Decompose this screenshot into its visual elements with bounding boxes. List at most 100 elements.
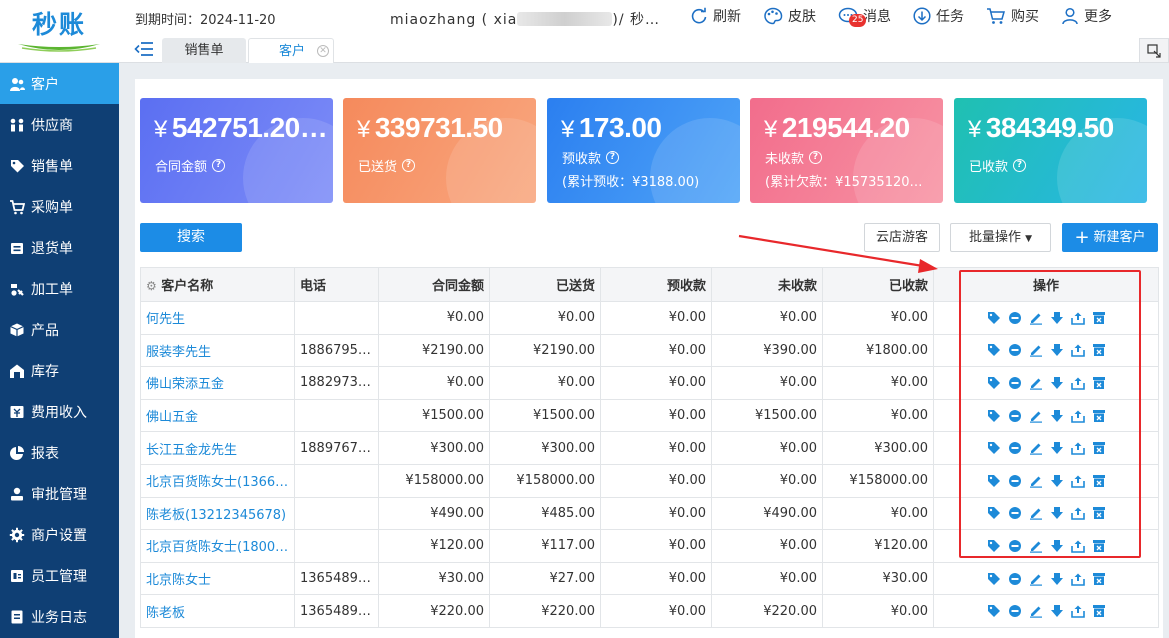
more-button[interactable]: 更多	[1061, 6, 1112, 26]
batch-operation-button[interactable]: 批量操作 ▼	[950, 223, 1051, 252]
help-icon[interactable]: ?	[809, 151, 823, 164]
tag-icon[interactable]	[987, 343, 1001, 357]
cell-customer-name[interactable]: 佛山荣添五金	[140, 366, 295, 400]
summary-card[interactable]: ¥339731.50 已送货?	[343, 98, 536, 203]
close-icon[interactable]: ✕	[317, 45, 329, 57]
sidebar-item[interactable]: 库存	[0, 350, 119, 391]
share-icon[interactable]	[1070, 311, 1085, 325]
sidebar-item[interactable]: 商户设置	[0, 514, 119, 555]
edit-icon[interactable]	[1029, 572, 1043, 586]
archive-icon[interactable]	[1092, 343, 1106, 357]
download-icon[interactable]	[1050, 311, 1064, 325]
disable-icon[interactable]	[1008, 343, 1022, 357]
cell-customer-name[interactable]: 北京百货陈女士(1800…	[140, 529, 295, 563]
summary-card[interactable]: ¥384349.50 已收款?	[954, 98, 1147, 203]
download-icon[interactable]	[1050, 572, 1064, 586]
archive-icon[interactable]	[1092, 409, 1106, 423]
archive-icon[interactable]	[1092, 604, 1106, 618]
download-icon[interactable]	[1050, 474, 1064, 488]
disable-icon[interactable]	[1008, 474, 1022, 488]
cloud-guest-button[interactable]: 云店游客	[864, 223, 940, 252]
cell-customer-name[interactable]: 北京陈女士	[140, 561, 295, 596]
tag-icon[interactable]	[987, 474, 1001, 488]
share-icon[interactable]	[1070, 506, 1085, 521]
sidebar-item[interactable]: 员工管理	[0, 555, 119, 596]
cell-customer-name[interactable]: 陈老板	[140, 594, 295, 628]
download-icon[interactable]	[1050, 343, 1064, 357]
disable-icon[interactable]	[1008, 604, 1022, 618]
disable-icon[interactable]	[1008, 409, 1022, 423]
sidebar-item[interactable]: 业务日志	[0, 596, 119, 637]
edit-icon[interactable]	[1029, 311, 1043, 325]
sidebar-item[interactable]: 采购单	[0, 186, 119, 227]
edit-icon[interactable]	[1029, 441, 1043, 455]
download-icon[interactable]	[1050, 376, 1064, 390]
tag-icon[interactable]	[987, 409, 1001, 423]
sidebar-item[interactable]: 审批管理	[0, 473, 119, 514]
message-button[interactable]: 25 消息	[838, 6, 891, 27]
sidebar-item[interactable]: 供应商	[0, 104, 119, 145]
menu-toggle-icon[interactable]	[134, 40, 154, 58]
share-icon[interactable]	[1070, 539, 1085, 553]
account-info[interactable]: miaozhang ( xia)/ 秒…	[390, 9, 660, 29]
share-icon[interactable]	[1070, 441, 1085, 455]
disable-icon[interactable]	[1008, 376, 1022, 390]
cell-customer-name[interactable]: 北京百货陈女士(1366…	[140, 463, 295, 498]
share-icon[interactable]	[1070, 572, 1085, 586]
edit-icon[interactable]	[1029, 376, 1043, 390]
tag-icon[interactable]	[987, 572, 1001, 586]
share-icon[interactable]	[1070, 376, 1085, 390]
share-icon[interactable]	[1070, 343, 1085, 358]
cell-customer-name[interactable]: 长江五金龙先生	[140, 431, 295, 465]
archive-icon[interactable]	[1092, 539, 1106, 553]
download-icon[interactable]	[1050, 539, 1064, 553]
share-icon[interactable]	[1070, 409, 1085, 423]
sidebar-item[interactable]: 报表	[0, 432, 119, 473]
download-icon[interactable]	[1050, 409, 1064, 423]
sidebar-item[interactable]: 费用收入	[0, 391, 119, 432]
tab-customer[interactable]: 客户 ✕	[248, 38, 334, 63]
help-icon[interactable]: ?	[402, 159, 416, 172]
sidebar-item[interactable]: 销售单	[0, 145, 119, 186]
task-button[interactable]: 任务	[913, 6, 964, 26]
disable-icon[interactable]	[1008, 311, 1022, 325]
skin-button[interactable]: 皮肤	[763, 6, 816, 26]
gear-icon[interactable]: ⚙	[146, 279, 157, 293]
sidebar-item[interactable]: 加工单	[0, 268, 119, 309]
download-icon[interactable]	[1050, 441, 1064, 455]
download-icon[interactable]	[1050, 506, 1064, 520]
sidebar-item[interactable]: 退货单	[0, 227, 119, 268]
tag-icon[interactable]	[987, 441, 1001, 455]
logo[interactable]: 秒账	[0, 0, 118, 63]
tag-icon[interactable]	[987, 604, 1001, 618]
cell-customer-name[interactable]: 陈老板(13212345678)	[140, 496, 295, 531]
archive-icon[interactable]	[1092, 376, 1106, 390]
cell-customer-name[interactable]: 服装李先生	[140, 333, 295, 368]
column-header-name[interactable]: ⚙ 客户名称	[140, 267, 295, 302]
help-icon[interactable]: ?	[1013, 159, 1027, 172]
new-customer-button[interactable]: + 新建客户	[1062, 223, 1158, 252]
edit-icon[interactable]	[1029, 539, 1043, 553]
tag-icon[interactable]	[987, 376, 1001, 390]
disable-icon[interactable]	[1008, 572, 1022, 586]
download-icon[interactable]	[1050, 604, 1064, 618]
help-icon[interactable]: ?	[606, 151, 620, 164]
disable-icon[interactable]	[1008, 539, 1022, 553]
archive-icon[interactable]	[1092, 506, 1106, 520]
refresh-button[interactable]: 刷新	[690, 6, 741, 26]
edit-icon[interactable]	[1029, 506, 1043, 521]
summary-card[interactable]: ¥173.00 预收款? (累计预收：¥3188.00)	[547, 98, 740, 203]
edit-icon[interactable]	[1029, 474, 1043, 488]
tag-icon[interactable]	[987, 539, 1001, 553]
search-button[interactable]: 搜索	[140, 223, 242, 252]
sidebar-item[interactable]: 客户	[0, 63, 119, 104]
summary-card[interactable]: ¥219544.20 未收款? (累计欠款：¥15735120…	[750, 98, 943, 203]
disable-icon[interactable]	[1008, 441, 1022, 455]
archive-icon[interactable]	[1092, 474, 1106, 488]
archive-icon[interactable]	[1092, 572, 1106, 586]
cell-customer-name[interactable]: 何先生	[140, 301, 295, 335]
cell-customer-name[interactable]: 佛山五金	[140, 398, 295, 433]
edit-icon[interactable]	[1029, 409, 1043, 423]
sidebar-item[interactable]: 产品	[0, 309, 119, 350]
tag-icon[interactable]	[987, 311, 1001, 325]
